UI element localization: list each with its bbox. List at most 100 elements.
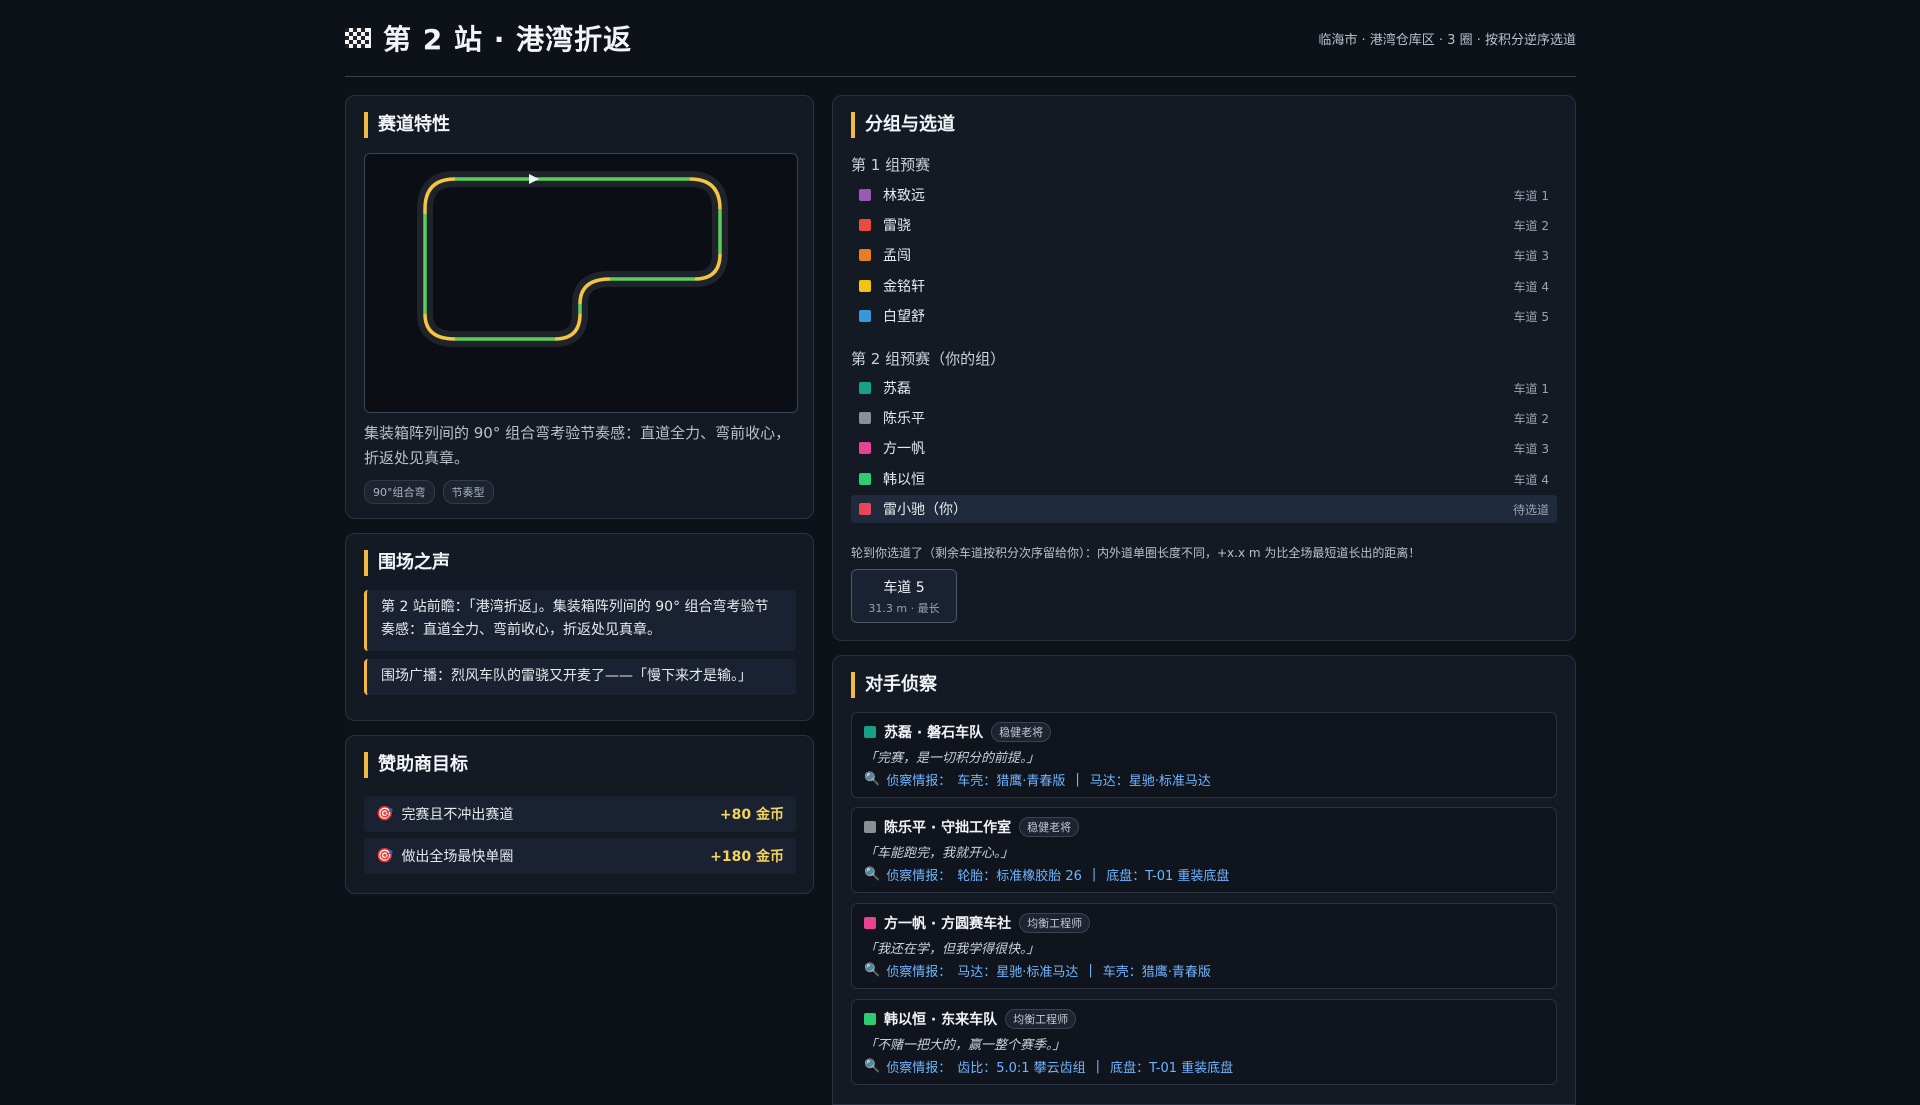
racer-row: 陈乐平 车道 2 <box>851 404 1557 432</box>
intel-item: 车壳：猎鹰·青春版 <box>1102 965 1211 980</box>
opponent-quote: 「车能跑完，我就开心。」 <box>864 846 1014 861</box>
group-1-label: 第 1 组预赛 <box>851 156 931 174</box>
track-card: 赛道特性 集装箱阵列间的 90° 组合弯考验节奏感：直道全力、弯前收心，折返处见… <box>345 95 814 519</box>
opponent-card: 陈乐平 · 守拙工作室 稳健老将 「车能跑完，我就开心。」 🔍 侦察情报： 轮胎… <box>851 807 1557 893</box>
track-description: 集装箱阵列间的 90° 组合弯考验节奏感：直道全力、弯前收心，折返处见真章。 <box>364 424 791 467</box>
voice-quote: 第 2 站前瞻：「港湾折返」。集装箱阵列间的 90° 组合弯考验节奏感：直道全力… <box>364 590 796 651</box>
magnifier-icon: 🔍 <box>864 772 881 787</box>
racer-color-swatch <box>859 310 871 322</box>
intel-separator: | <box>1095 1059 1101 1074</box>
intel-item: 底盘：T-01 重装底盘 <box>1106 869 1230 884</box>
racer-color-swatch <box>859 280 871 292</box>
opponent-intel: 🔍 侦察情报： 轮胎：标准橡胶胎 26 | 底盘：T-01 重装底盘 <box>864 865 1544 884</box>
stage-subtitle: 临海市 · 港湾仓库区 · 3 圈 · 按积分逆序选道 <box>1318 32 1576 48</box>
opponent-color-swatch <box>864 726 876 738</box>
intel-item: 马达：星驰·标准马达 <box>1089 774 1211 789</box>
racer-row: 苏磊 车道 1 <box>851 374 1557 402</box>
racer-lane: 车道 3 <box>1513 441 1549 456</box>
sponsor-goal: 🎯 完赛且不冲出赛道 +80 金币 <box>364 796 796 832</box>
racer-lane: 车道 2 <box>1513 411 1549 426</box>
opponent-badge: 稳健老将 <box>1019 817 1080 837</box>
sponsor-goal: 🎯 做出全场最快单圈 +180 金币 <box>364 838 796 874</box>
racer-name: 林致远 <box>883 188 925 204</box>
opponent-card: 韩以恒 · 东来车队 均衡工程师 「不赌一把大的，赢一整个赛季。」 🔍 侦察情报… <box>851 999 1557 1085</box>
intel-label: 侦察情报： <box>886 1061 952 1076</box>
racer-name: 雷小驰（你） <box>883 502 967 518</box>
racer-name: 方一帆 <box>883 441 925 457</box>
intel-item: 底盘：T-01 重装底盘 <box>1110 1061 1234 1076</box>
racer-name: 白望舒 <box>883 309 925 325</box>
racer-row: 韩以恒 车道 4 <box>851 465 1557 493</box>
racer-name: 韩以恒 <box>883 472 925 488</box>
opponent-intel: 🔍 侦察情报： 马达：星驰·标准马达 | 车壳：猎鹰·青春版 <box>864 961 1544 980</box>
voice-quote: 围场广播：烈风车队的雷骁又开麦了——「慢下来才是输。」 <box>364 659 796 695</box>
player-racer-row: 雷小驰（你） 待选道 <box>851 495 1557 523</box>
racer-lane: 车道 4 <box>1513 472 1549 487</box>
racer-row: 雷骁 车道 2 <box>851 211 1557 239</box>
opponent-name: 韩以恒 · 东来车队 <box>884 1012 998 1028</box>
scout-card: 对手侦察 苏磊 · 磐石车队 稳健老将 「完赛，是一切积分的前提。」 🔍 侦察情… <box>832 655 1576 1105</box>
intel-label: 侦察情报： <box>886 965 952 980</box>
goal-reward: +180 金币 <box>710 849 784 865</box>
sponsor-card: 赞助商目标 🎯 完赛且不冲出赛道 +80 金币 🎯 做出全场最快单圈 +180 … <box>345 735 814 894</box>
intel-item: 马达：星驰·标准马达 <box>957 965 1079 980</box>
intel-separator: | <box>1088 963 1093 978</box>
opponent-intel: 🔍 侦察情报： 车壳：猎鹰·青春版 | 马达：星驰·标准马达 <box>864 770 1544 789</box>
scout-heading: 对手侦察 <box>851 672 937 698</box>
lane-pick-note: 轮到你选道了（剩余车道按积分次序留给你）：内外道单圈长度不同，+x.x m 为比… <box>851 546 1421 560</box>
opponent-badge: 稳健老将 <box>991 722 1052 742</box>
groups-heading: 分组与选道 <box>851 112 955 138</box>
lane-option-sub: 31.3 m · 最长 <box>868 602 940 615</box>
track-tag: 节奏型 <box>442 480 494 504</box>
track-tags: 90°组合弯 节奏型 <box>364 480 494 504</box>
paddock-voice-card: 围场之声 第 2 站前瞻：「港湾折返」。集装箱阵列间的 90° 组合弯考验节奏感… <box>345 533 814 721</box>
racer-color-swatch <box>859 442 871 454</box>
racer-lane: 车道 1 <box>1513 188 1549 203</box>
racer-color-swatch <box>859 219 871 231</box>
racer-color-swatch <box>859 503 871 515</box>
racer-color-swatch <box>859 249 871 261</box>
racer-name: 孟闯 <box>883 248 911 264</box>
goal-label: 做出全场最快单圈 <box>401 849 514 865</box>
racer-name: 陈乐平 <box>883 411 925 427</box>
opponent-name: 陈乐平 · 守拙工作室 <box>884 820 1012 836</box>
racer-row: 白望舒 车道 5 <box>851 302 1557 330</box>
sponsor-heading: 赞助商目标 <box>364 752 468 778</box>
track-map-svg <box>417 171 728 347</box>
racer-name: 苏磊 <box>883 381 911 397</box>
goal-reward: +80 金币 <box>719 807 784 823</box>
opponent-card: 方一帆 · 方圆赛车社 均衡工程师 「我还在学，但我学得很快。」 🔍 侦察情报：… <box>851 903 1557 989</box>
opponent-color-swatch <box>864 917 876 929</box>
voice-heading: 围场之声 <box>364 550 450 576</box>
opponent-name: 方一帆 · 方圆赛车社 <box>884 916 1012 932</box>
opponent-color-swatch <box>864 1013 876 1025</box>
racer-color-swatch <box>859 473 871 485</box>
opponent-card: 苏磊 · 磐石车队 稳健老将 「完赛，是一切积分的前提。」 🔍 侦察情报： 车壳… <box>851 712 1557 798</box>
target-icon: 🎯 <box>376 806 394 822</box>
page-header: 第 2 站 · 港湾折返 临海市 · 港湾仓库区 · 3 圈 · 按积分逆序选道 <box>345 0 1576 77</box>
racer-row: 金铭轩 车道 4 <box>851 272 1557 300</box>
opponent-quote: 「不赌一把大的，赢一整个赛季。」 <box>864 1038 1066 1053</box>
intel-label: 侦察情报： <box>886 869 952 884</box>
racer-color-swatch <box>859 382 871 394</box>
track-map <box>364 153 798 413</box>
racer-row: 孟闯 车道 3 <box>851 241 1557 269</box>
magnifier-icon: 🔍 <box>864 867 881 882</box>
racer-lane: 车道 4 <box>1513 279 1549 294</box>
opponent-name: 苏磊 · 磐石车队 <box>884 725 984 741</box>
racer-lane: 车道 5 <box>1513 309 1549 324</box>
racer-lane: 车道 3 <box>1513 248 1549 263</box>
opponent-color-swatch <box>864 821 876 833</box>
goal-label: 完赛且不冲出赛道 <box>401 807 514 823</box>
racer-name: 雷骁 <box>883 218 911 234</box>
intel-separator: | <box>1091 867 1097 882</box>
intel-item: 车壳：猎鹰·青春版 <box>957 774 1066 789</box>
groups-card: 分组与选道 第 1 组预赛 林致远 车道 1 雷骁 车道 2 孟闯 车道 3 金… <box>832 95 1576 641</box>
opponent-intel: 🔍 侦察情报： 齿比：5.0:1 攀云齿组 | 底盘：T-01 重装底盘 <box>864 1057 1544 1076</box>
stage-title: 第 2 站 · 港湾折返 <box>383 23 633 56</box>
racer-name: 金铭轩 <box>883 279 925 295</box>
target-icon: 🎯 <box>376 848 394 864</box>
opponent-badge: 均衡工程师 <box>1005 1009 1077 1029</box>
track-heading: 赛道特性 <box>364 112 450 138</box>
lane-5-button[interactable]: 车道 5 31.3 m · 最长 <box>851 569 957 623</box>
